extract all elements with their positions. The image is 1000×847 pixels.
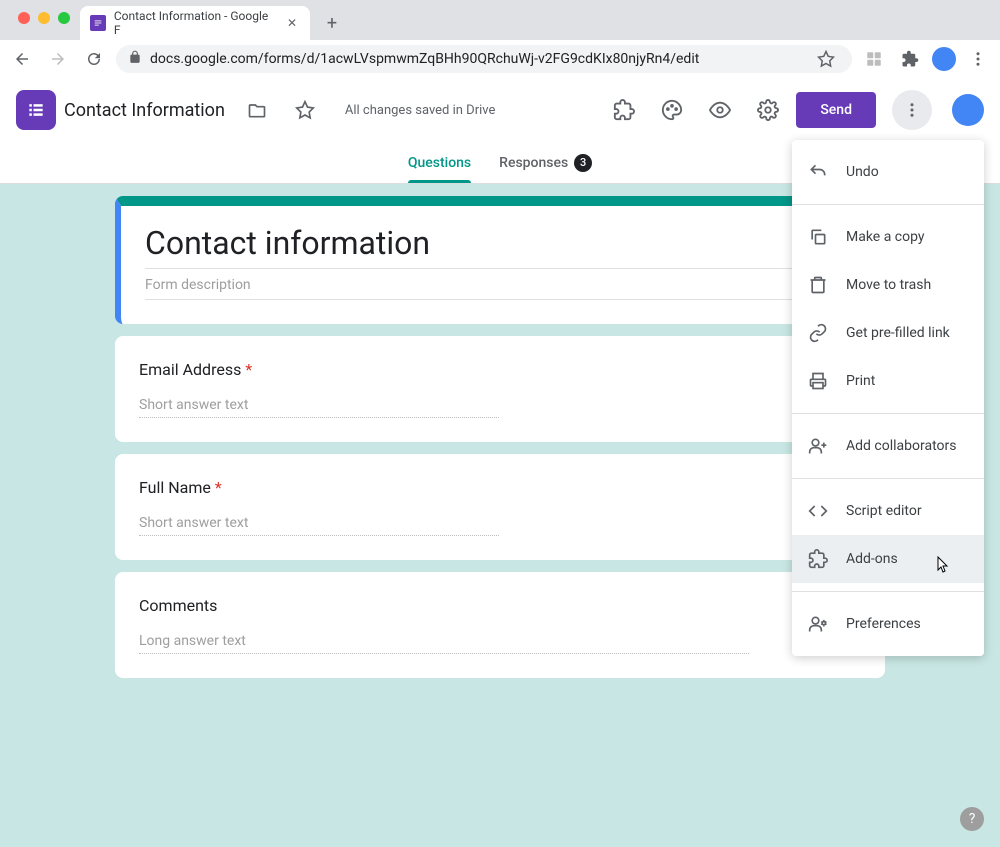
- tab-responses[interactable]: Responses 3: [499, 142, 592, 183]
- extensions-icon[interactable]: [896, 45, 924, 73]
- forms-favicon: [90, 15, 106, 31]
- lock-icon: [128, 50, 142, 68]
- form-title-card[interactable]: Contact information Form description: [115, 196, 885, 324]
- forward-button[interactable]: [44, 45, 72, 73]
- menu-divider: [792, 204, 984, 205]
- question-label[interactable]: Comments: [139, 596, 861, 615]
- more-menu-button[interactable]: [892, 90, 932, 130]
- browser-tab[interactable]: Contact Information - Google F ✕: [80, 6, 310, 40]
- more-menu-dropdown: Undo Make a copy Move to trash Get pre-f…: [792, 140, 984, 656]
- settings-gear-icon[interactable]: [748, 90, 788, 130]
- menu-divider: [792, 478, 984, 479]
- menu-preferences[interactable]: Preferences: [792, 600, 984, 648]
- forms-logo[interactable]: [16, 90, 56, 130]
- menu-addons[interactable]: Add-ons: [792, 535, 984, 583]
- question-label[interactable]: Full Name*: [139, 478, 861, 497]
- link-icon: [808, 323, 828, 343]
- menu-script-editor[interactable]: Script editor: [792, 487, 984, 535]
- move-to-folder-icon[interactable]: [237, 90, 277, 130]
- addon-puzzle-icon: [808, 549, 828, 569]
- menu-divider: [792, 591, 984, 592]
- undo-icon: [808, 162, 828, 182]
- url-text: docs.google.com/forms/d/1acwLVspmwmZqBHh…: [150, 51, 699, 67]
- code-icon: [808, 501, 828, 521]
- new-tab-button[interactable]: +: [318, 9, 346, 37]
- menu-move-trash[interactable]: Move to trash: [792, 261, 984, 309]
- answer-placeholder: Short answer text: [139, 515, 499, 536]
- required-asterisk: *: [245, 360, 252, 379]
- url-field[interactable]: docs.google.com/forms/d/1acwLVspmwmZqBHh…: [116, 45, 852, 73]
- close-window-button[interactable]: [18, 12, 30, 24]
- copy-icon: [808, 227, 828, 247]
- reload-button[interactable]: [80, 45, 108, 73]
- answer-placeholder: Short answer text: [139, 397, 499, 418]
- tab-responses-label: Responses: [499, 155, 568, 171]
- share-extension-icon[interactable]: [860, 45, 888, 73]
- address-bar: docs.google.com/forms/d/1acwLVspmwmZqBHh…: [0, 40, 1000, 78]
- menu-make-copy[interactable]: Make a copy: [792, 213, 984, 261]
- url-actions: [812, 45, 840, 73]
- help-button[interactable]: ?: [960, 807, 984, 831]
- close-tab-icon[interactable]: ✕: [284, 15, 300, 31]
- save-status: All changes saved in Drive: [345, 103, 496, 118]
- back-button[interactable]: [8, 45, 36, 73]
- tab-title: Contact Information - Google F: [114, 9, 276, 37]
- form-title-input[interactable]: Contact information: [145, 224, 861, 269]
- question-card[interactable]: Comments Long answer text: [115, 572, 885, 678]
- window-controls: [12, 0, 80, 24]
- print-icon: [808, 371, 828, 391]
- required-asterisk: *: [215, 478, 222, 497]
- bookmark-star-icon[interactable]: [812, 45, 840, 73]
- account-avatar[interactable]: [952, 94, 984, 126]
- menu-divider: [792, 413, 984, 414]
- add-person-icon: [808, 436, 828, 456]
- menu-print[interactable]: Print: [792, 357, 984, 405]
- form-title[interactable]: Contact Information: [64, 100, 225, 121]
- browser-chrome: Contact Information - Google F ✕ + docs.…: [0, 0, 1000, 78]
- preferences-icon: [808, 614, 828, 634]
- chrome-menu-icon[interactable]: [964, 45, 992, 73]
- question-label[interactable]: Email Address*: [139, 360, 861, 379]
- trash-icon: [808, 275, 828, 295]
- addons-icon[interactable]: [604, 90, 644, 130]
- maximize-window-button[interactable]: [58, 12, 70, 24]
- minimize-window-button[interactable]: [38, 12, 50, 24]
- profile-avatar-small[interactable]: [932, 47, 956, 71]
- menu-add-collaborators[interactable]: Add collaborators: [792, 422, 984, 470]
- forms-header: Contact Information All changes saved in…: [0, 78, 1000, 142]
- palette-icon[interactable]: [652, 90, 692, 130]
- answer-placeholder: Long answer text: [139, 633, 749, 654]
- menu-prefilled-link[interactable]: Get pre-filled link: [792, 309, 984, 357]
- question-card[interactable]: Email Address* Short answer text: [115, 336, 885, 442]
- tab-questions[interactable]: Questions: [408, 142, 471, 183]
- star-icon[interactable]: [285, 90, 325, 130]
- menu-undo[interactable]: Undo: [792, 148, 984, 196]
- form-description-input[interactable]: Form description: [145, 277, 861, 300]
- preview-icon[interactable]: [700, 90, 740, 130]
- responses-count-badge: 3: [574, 154, 592, 172]
- question-card[interactable]: Full Name* Short answer text: [115, 454, 885, 560]
- tab-strip: Contact Information - Google F ✕ +: [0, 0, 1000, 40]
- send-button[interactable]: Send: [796, 92, 876, 128]
